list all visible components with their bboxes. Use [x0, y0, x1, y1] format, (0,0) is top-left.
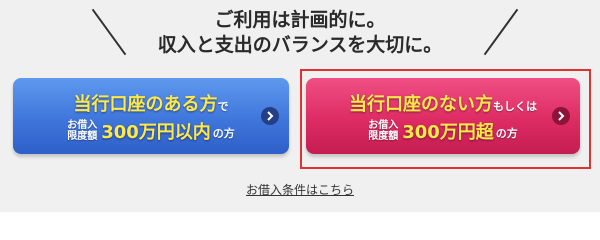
- limit-label-line-1: お借入: [67, 120, 98, 131]
- limit-amount-suffix: の方: [495, 127, 518, 140]
- headline: ご利用は計画的に。 収入と支出のバランスを大切に。: [0, 8, 600, 58]
- existing-account-button[interactable]: 当行口座のある方で お借入 限度額 300万円以内 の方: [13, 78, 289, 154]
- chevron-right-icon: [261, 107, 279, 125]
- limit-label-line-2: 限度額: [368, 131, 399, 142]
- button-heading-suffix: で: [217, 100, 229, 113]
- chevron-right-icon: [552, 107, 570, 125]
- limit-label-line-2: 限度額: [67, 131, 98, 142]
- button-heading-suffix: もしくは: [493, 100, 537, 113]
- button-heading: 当行口座のない方もしくは: [306, 90, 580, 116]
- limit-label-line-1: お借入: [368, 120, 399, 131]
- no-account-button[interactable]: 当行口座のない方もしくは お借入 限度額 300万円超 の方: [306, 78, 580, 154]
- button-heading-emphasis: 当行口座のある方: [73, 94, 218, 115]
- limit-label: お借入 限度額: [368, 120, 398, 142]
- limit-amount: 300万円以内: [101, 122, 211, 143]
- headline-line-2: 収入と支出のバランスを大切に。: [157, 34, 443, 56]
- loan-conditions-link[interactable]: お借入条件はこちら: [246, 183, 354, 197]
- button-limit-row: お借入 限度額 300万円超 の方: [306, 118, 580, 144]
- limit-label: お借入 限度額: [67, 120, 97, 142]
- loan-conditions-row: お借入条件はこちら: [0, 181, 600, 198]
- button-heading: 当行口座のある方で: [13, 90, 289, 116]
- limit-amount-suffix: の方: [212, 127, 235, 140]
- button-heading-emphasis: 当行口座のない方: [349, 94, 493, 115]
- limit-amount: 300万円超: [402, 122, 494, 143]
- headline-line-1: ご利用は計画的に。: [214, 9, 386, 31]
- button-limit-row: お借入 限度額 300万円以内 の方: [13, 118, 289, 144]
- loan-panel: ご利用は計画的に。 収入と支出のバランスを大切に。 当行口座のある方で お借入 …: [0, 0, 600, 212]
